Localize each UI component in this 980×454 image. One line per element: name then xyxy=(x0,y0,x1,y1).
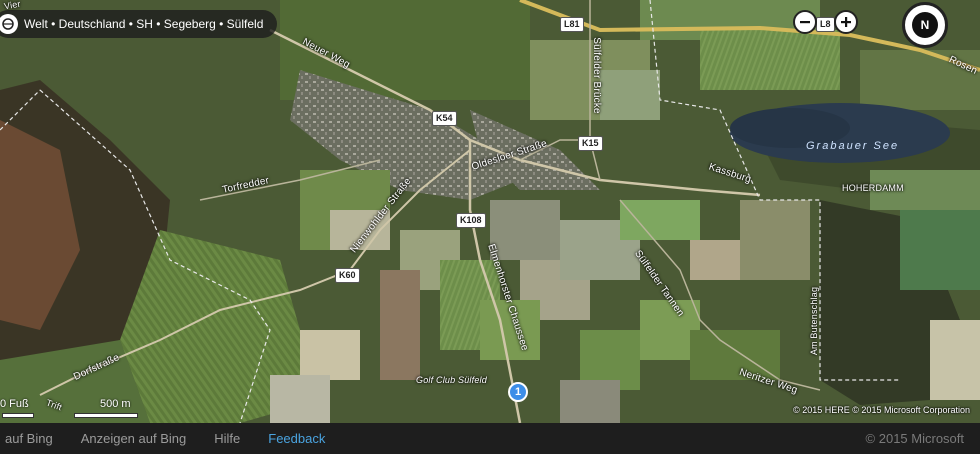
compass-button[interactable]: N xyxy=(902,2,948,48)
aerial-map[interactable]: Welt • Deutschland • SH • Segeberg • Sül… xyxy=(0,0,980,423)
road-shield-k60: K60 xyxy=(335,268,360,283)
zoom-out-button[interactable] xyxy=(793,10,817,34)
label-golf-club: Golf Club Sülfeld xyxy=(416,375,487,385)
footer-link-auf-bing[interactable]: auf Bing xyxy=(5,431,53,446)
map-copyright: © 2015 HERE © 2015 Microsoft Corporation xyxy=(793,405,970,415)
zoom-in-button[interactable] xyxy=(834,10,858,34)
road-shield-k108: K108 xyxy=(456,213,486,228)
label-suelfelder-bruecke: Sülfelder Brücke xyxy=(590,37,602,114)
compass-icon: N xyxy=(912,12,938,38)
aerial-imagery xyxy=(0,0,980,423)
footer-copyright: © 2015 Microsoft xyxy=(865,431,964,446)
label-grabauer-see: Grabauer See xyxy=(806,140,900,152)
footer-link-hilfe[interactable]: Hilfe xyxy=(214,431,240,446)
minus-icon xyxy=(800,21,810,24)
footer-link-feedback[interactable]: Feedback xyxy=(268,431,325,446)
breadcrumb[interactable]: Welt • Deutschland • SH • Segeberg • Sül… xyxy=(0,10,278,38)
plus-icon xyxy=(841,17,851,27)
road-shield-l8x: L8 xyxy=(816,17,835,32)
globe-icon[interactable] xyxy=(0,14,18,34)
scale-bar-meters xyxy=(74,413,138,418)
road-shield-l81: L81 xyxy=(560,17,584,32)
map-pin[interactable]: 1 xyxy=(508,382,528,402)
road-shield-k15: K15 xyxy=(578,136,603,151)
scale-meters-label: 500 m xyxy=(100,398,131,410)
breadcrumb-text[interactable]: Welt • Deutschland • SH • Segeberg • Sül… xyxy=(24,17,263,31)
footer-bar: auf Bing Anzeigen auf Bing Hilfe Feedbac… xyxy=(0,423,980,454)
footer-link-anzeigen[interactable]: Anzeigen auf Bing xyxy=(81,431,187,446)
bing-maps-page: Welt • Deutschland • SH • Segeberg • Sül… xyxy=(0,0,980,454)
road-shield-k54: K54 xyxy=(432,111,457,126)
scale-bar-feet xyxy=(2,413,34,418)
scale-feet-label: 0 Fuß xyxy=(0,398,29,410)
label-am-butenschlag: Am Butenschlag xyxy=(809,286,820,356)
compass-label: N xyxy=(920,18,930,32)
label-hoherdamm: HOHERDAMM xyxy=(842,183,904,193)
